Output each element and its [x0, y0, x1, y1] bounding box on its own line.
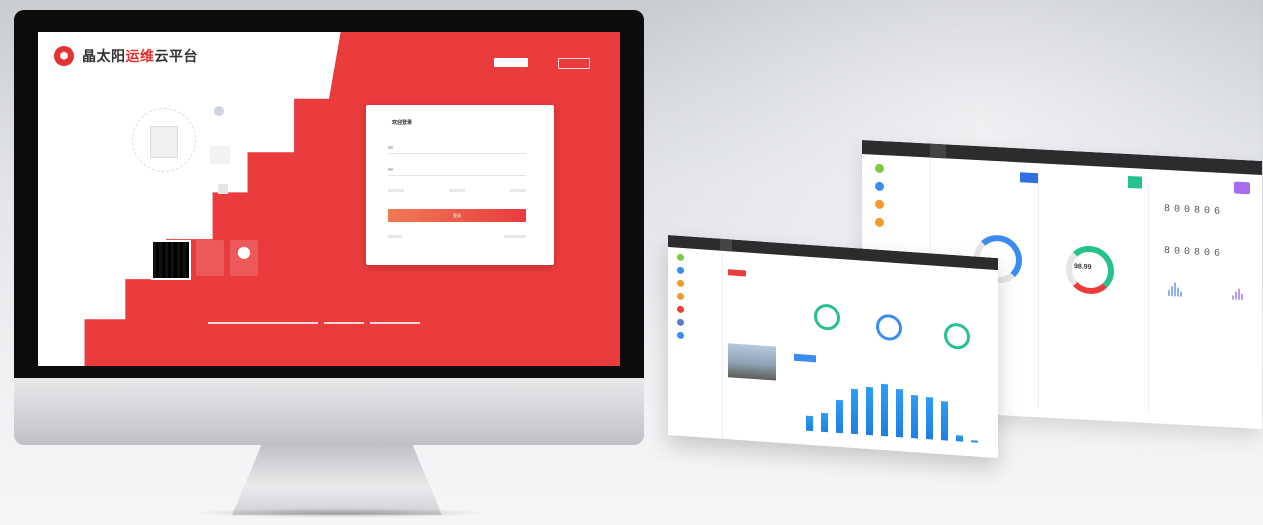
bar [881, 383, 888, 437]
monitor-chin [14, 378, 644, 445]
bar [956, 435, 963, 442]
tab-3[interactable] [744, 240, 756, 253]
counter-card: 800806 800806 [1154, 181, 1262, 419]
counter-2: 800806 [1164, 245, 1225, 260]
mini-chart [1232, 287, 1243, 300]
sidebar [668, 247, 723, 439]
brand-mark-icon: ⬢ [54, 46, 74, 66]
tab-3[interactable] [962, 145, 978, 160]
sidebar-item[interactable] [677, 266, 684, 275]
forgot-password-link[interactable] [510, 189, 526, 192]
tab-2[interactable] [732, 239, 744, 252]
tab-2[interactable] [946, 144, 962, 159]
tab-4[interactable] [756, 241, 768, 254]
bar [866, 386, 873, 436]
station-illustration [106, 96, 230, 196]
login-options-row [388, 189, 526, 192]
bar [806, 415, 813, 432]
sidebar-item[interactable] [875, 181, 884, 192]
mini-chart [1168, 280, 1182, 297]
brand-name: 晶太阳运维云平台 [82, 48, 198, 64]
android-icon: ⬤ [237, 245, 251, 259]
device-icon [1128, 175, 1142, 189]
login-button[interactable]: 登录 [388, 209, 526, 222]
imac-display: ⬢ 晶太阳运维云平台 ⬤ 欢迎登录 登录 [14, 10, 644, 445]
chart-tab-active[interactable] [794, 353, 816, 363]
bar [971, 439, 978, 443]
sidebar-item[interactable] [875, 217, 884, 228]
bar [941, 401, 948, 441]
counter-1: 800806 [1164, 203, 1225, 218]
language-select[interactable] [490, 58, 528, 67]
bar [896, 389, 903, 438]
android-download-button[interactable]: ⬤ [230, 240, 258, 276]
tab-5[interactable] [768, 242, 780, 255]
user-icon [388, 146, 393, 149]
station-photo [728, 343, 776, 381]
bar [911, 394, 918, 439]
counter-icon [1234, 181, 1250, 195]
sidebar-item[interactable] [677, 279, 684, 288]
gauge-value: 98.99 [1074, 263, 1092, 272]
help-link[interactable] [504, 235, 526, 238]
tab-1[interactable] [720, 238, 732, 252]
header-button[interactable] [558, 58, 590, 69]
sidebar-item[interactable] [677, 305, 684, 314]
copyright-footer [208, 322, 420, 324]
dashboard-panel-front [668, 235, 998, 459]
download-qr-code [151, 240, 191, 280]
ring-green-2 [944, 322, 970, 351]
bar [836, 399, 843, 434]
login-card: 欢迎登录 登录 [366, 105, 554, 265]
sidebar-item[interactable] [677, 331, 684, 340]
sidebar-item[interactable] [875, 199, 884, 210]
bar [926, 397, 933, 440]
sidebar-item[interactable] [677, 253, 684, 262]
sidebar-item[interactable] [677, 318, 684, 327]
sms-login-link[interactable] [449, 189, 465, 192]
tab-4[interactable] [978, 146, 994, 161]
ring-blue [876, 313, 902, 342]
password-field[interactable] [388, 165, 526, 176]
login-title: 欢迎登录 [392, 120, 413, 126]
login-screen: ⬢ 晶太阳运维云平台 ⬤ 欢迎登录 登录 [38, 32, 620, 366]
brand-logo: ⬢ 晶太阳运维云平台 [54, 46, 198, 66]
ios-download-button[interactable] [196, 240, 224, 276]
sidebar-item[interactable] [875, 163, 884, 174]
filter-chip[interactable] [728, 269, 746, 277]
monthly-bar-chart [798, 372, 990, 443]
bar [851, 389, 858, 435]
register-link[interactable] [388, 235, 402, 238]
username-field[interactable] [388, 143, 526, 154]
lock-icon [388, 168, 393, 171]
sidebar-item[interactable] [677, 292, 684, 301]
ring-green [814, 303, 840, 332]
remember-checkbox[interactable] [388, 189, 404, 192]
monitor-stand [232, 445, 442, 515]
stat-card: 98.99 [1044, 175, 1149, 414]
login-footer [388, 235, 526, 238]
tab-1[interactable] [930, 143, 946, 159]
device-icon [1020, 172, 1038, 184]
bar [821, 413, 828, 433]
monitor-bezel: ⬢ 晶太阳运维云平台 ⬤ 欢迎登录 登录 [14, 10, 644, 378]
